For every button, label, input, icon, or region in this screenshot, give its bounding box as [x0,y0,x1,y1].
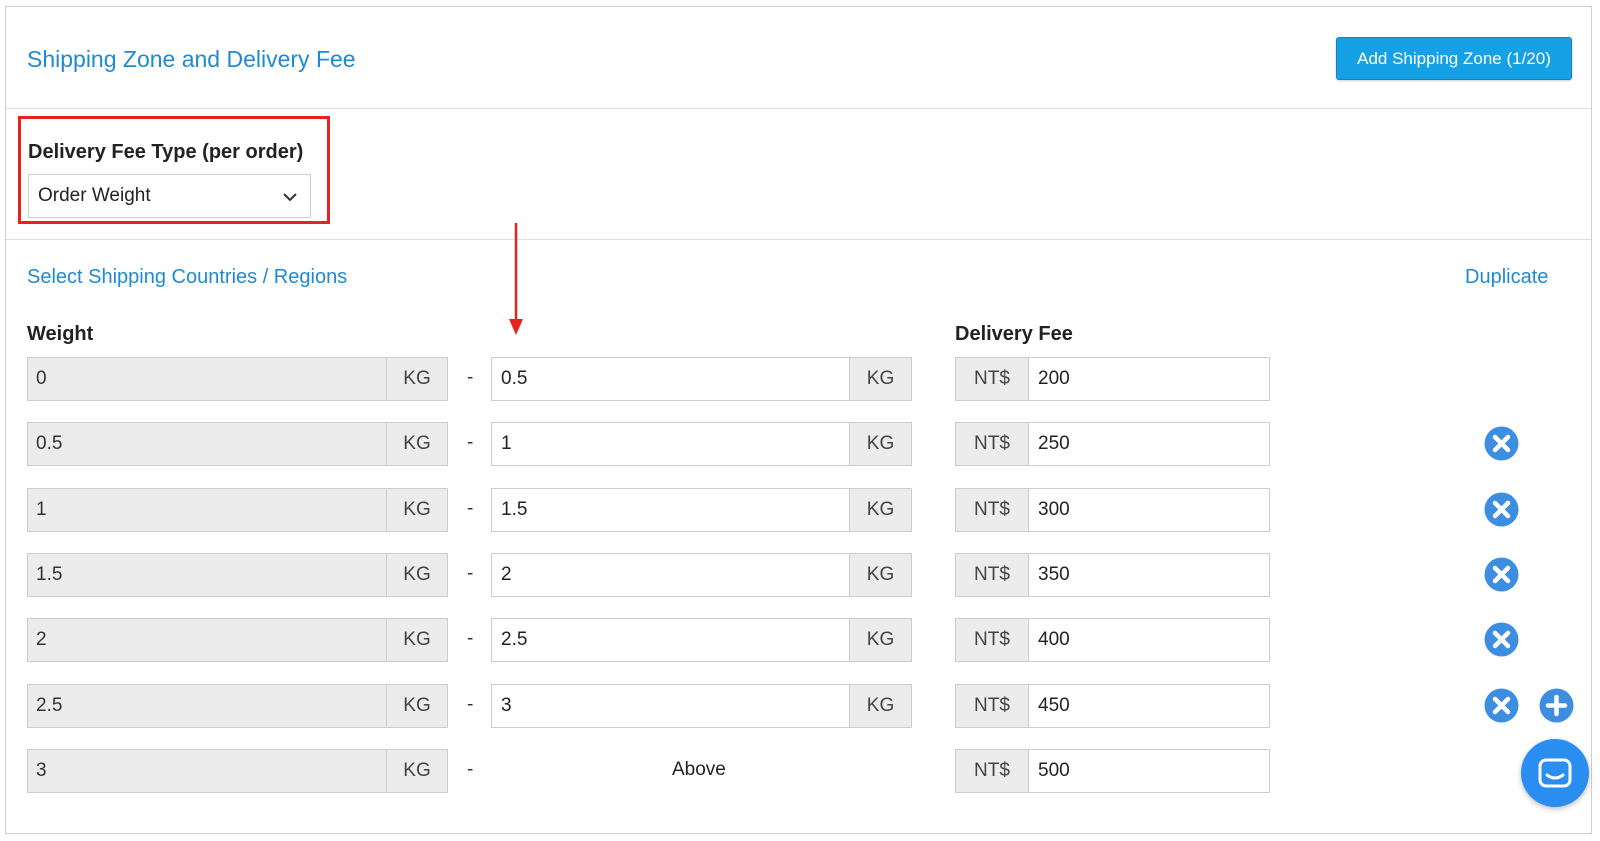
currency-addon: NT$ [955,684,1029,728]
weight-unit-addon: KG [849,422,912,466]
fee-row: 0.5 KG -1 KG NT$ 250 [0,422,1600,466]
delivery-fee-type-label: Delivery Fee Type (per order) [28,141,304,163]
fee-row: 0 KG -0.5 KG NT$ 200 [0,357,1600,401]
weight-from-field: 1.5 [27,553,387,597]
range-dash: - [467,759,474,780]
weight-unit-addon: KG [849,488,912,532]
add-shipping-zone-button[interactable]: Add Shipping Zone (1/20) [1336,37,1572,80]
weight-unit-addon: KG [386,553,448,597]
delivery-fee-input[interactable]: 350 [1028,553,1270,597]
fee-row: 2.5 KG -3 KG NT$ 450 [0,684,1600,728]
range-dash: - [467,498,474,519]
currency-addon: NT$ [955,553,1029,597]
delivery-fee-column-header: Delivery Fee [955,323,1073,345]
chat-launcher-button[interactable] [1521,739,1589,807]
weight-to-input[interactable]: 3 [491,684,850,728]
weight-from-field: 3 [27,749,387,793]
remove-row-icon[interactable] [1484,557,1519,592]
page-title: Shipping Zone and Delivery Fee [27,46,356,72]
range-dash: - [467,628,474,649]
weight-unit-addon: KG [386,488,448,532]
add-row-icon[interactable] [1539,688,1574,723]
weight-from-field: 2 [27,618,387,662]
delivery-fee-input[interactable]: 500 [1028,749,1270,793]
chevron-down-icon [283,193,297,202]
weight-unit-addon: KG [849,684,912,728]
weight-from-field: 0.5 [27,422,387,466]
weight-to-input[interactable]: 2.5 [491,618,850,662]
arrow-down-icon [509,223,523,335]
weight-to-input[interactable]: 0.5 [491,357,850,401]
weight-unit-addon: KG [386,684,448,728]
remove-row-icon[interactable] [1484,426,1519,461]
range-dash: - [467,694,474,715]
range-dash: - [467,563,474,584]
divider [6,108,1591,109]
weight-from-field: 2.5 [27,684,387,728]
remove-row-icon[interactable] [1484,492,1519,527]
currency-addon: NT$ [955,357,1029,401]
delivery-fee-input[interactable]: 200 [1028,357,1270,401]
delivery-fee-input[interactable]: 250 [1028,422,1270,466]
weight-unit-addon: KG [849,618,912,662]
weight-unit-addon: KG [849,553,912,597]
weight-from-field: 0 [27,357,387,401]
weight-to-input[interactable]: 1 [491,422,850,466]
delivery-fee-input[interactable]: 400 [1028,618,1270,662]
delivery-fee-input[interactable]: 300 [1028,488,1270,532]
delivery-fee-type-select[interactable]: Order Weight [28,174,311,218]
weight-unit-addon: KG [849,357,912,401]
delivery-fee-type-value: Order Weight [38,185,151,206]
fee-row: 3 KG - Above NT$ 500 [0,749,1600,793]
remove-row-icon[interactable] [1484,688,1519,723]
weight-to-input[interactable]: 1.5 [491,488,850,532]
fee-row: 1 KG -1.5 KG NT$ 300 [0,488,1600,532]
weight-unit-addon: KG [386,749,448,793]
duplicate-link[interactable]: Duplicate [1465,266,1548,289]
weight-column-header: Weight [27,323,94,345]
above-label: Above [672,759,726,780]
weight-unit-addon: KG [386,422,448,466]
currency-addon: NT$ [955,488,1029,532]
delivery-fee-input[interactable]: 450 [1028,684,1270,728]
weight-to-input[interactable]: 2 [491,553,850,597]
currency-addon: NT$ [955,749,1029,793]
remove-row-icon[interactable] [1484,622,1519,657]
weight-unit-addon: KG [386,357,448,401]
currency-addon: NT$ [955,618,1029,662]
chat-icon [1538,758,1572,788]
weight-from-field: 1 [27,488,387,532]
range-dash: - [467,432,474,453]
weight-unit-addon: KG [386,618,448,662]
select-countries-link[interactable]: Select Shipping Countries / Regions [27,266,347,289]
currency-addon: NT$ [955,422,1029,466]
divider [6,239,1591,240]
range-dash: - [467,367,474,388]
fee-row: 1.5 KG -2 KG NT$ 350 [0,553,1600,597]
fee-row: 2 KG -2.5 KG NT$ 400 [0,618,1600,662]
